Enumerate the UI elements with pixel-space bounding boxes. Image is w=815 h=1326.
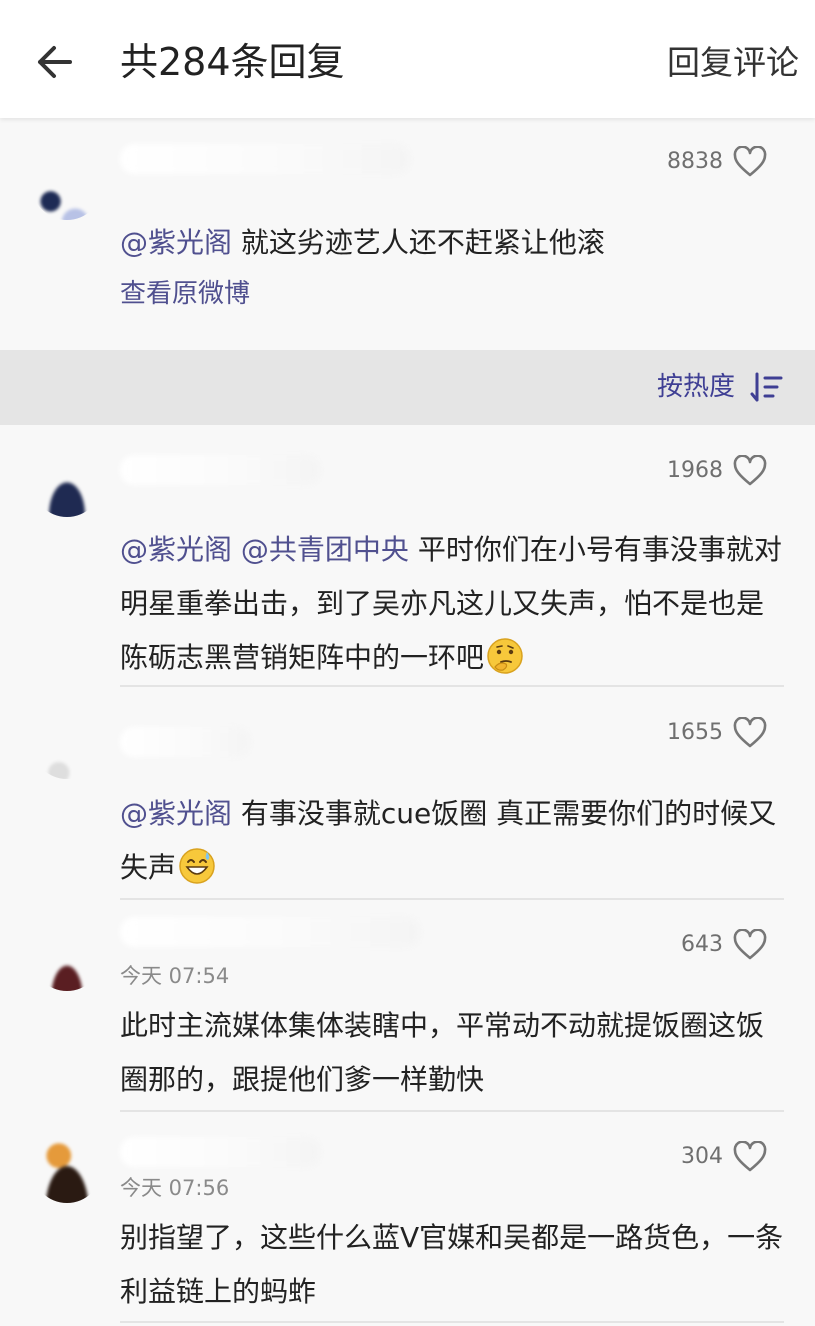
sort-icon[interactable] (749, 372, 785, 404)
root-comment: 8838 @紫光阁 就这劣迹艺人还不赶紧让他滚 查看原微博 (0, 118, 815, 350)
username-redacted (120, 727, 250, 757)
back-arrow-icon (38, 46, 72, 78)
grinning-sweat-face-icon (179, 848, 215, 884)
page-title: 共284条回复 (120, 40, 345, 84)
mention-link[interactable]: @紫光阁 (120, 533, 232, 566)
like-count: 8838 (667, 149, 723, 174)
avatar[interactable] (32, 1133, 102, 1203)
username-redacted (120, 1137, 320, 1167)
comment-text: 此时主流媒体集体装瞎中，平常动不动就提饭圈这饭圈那的，跟提他们爹一样勤快 (120, 1009, 765, 1096)
comment-text: @紫光阁 有事没事就cue饭圈 真正需要你们的时候又失声 (120, 787, 790, 895)
heart-icon[interactable] (733, 1141, 767, 1173)
heart-icon[interactable] (733, 455, 767, 487)
reply-comment-button[interactable]: 回复评论 (667, 40, 799, 86)
comment-text: @紫光阁 就这劣迹艺人还不赶紧让他滚 (120, 216, 790, 270)
like-count: 1968 (667, 458, 723, 483)
comment-text: 别指望了，这些什么蓝V官媒和吴都是一路货色，一条利益链上的蚂蚱 (120, 1221, 784, 1308)
reply-item: 643 今天 07:54 此时主流媒体集体装瞎中，平常动不动就提饭圈这饭圈那的，… (0, 899, 815, 1112)
mention-link[interactable]: @紫光阁 (120, 226, 232, 259)
timestamp: 今天 07:56 (120, 1176, 230, 1200)
sort-by-hot-button[interactable]: 按热度 (657, 368, 735, 406)
username-redacted (120, 144, 410, 174)
mention-link[interactable]: @共青团中央 (232, 533, 409, 566)
heart-icon[interactable] (733, 929, 767, 961)
mention-link[interactable]: @紫光阁 (120, 797, 232, 830)
divider (120, 1321, 784, 1323)
avatar[interactable] (32, 709, 102, 779)
username-redacted (120, 455, 320, 485)
like-count: 304 (681, 1144, 723, 1169)
like-count: 643 (681, 932, 723, 957)
top-bar: 共284条回复 回复评论 (0, 0, 815, 118)
back-button[interactable] (28, 38, 84, 86)
username-redacted (120, 917, 420, 947)
like-count: 1655 (667, 720, 723, 745)
heart-icon[interactable] (733, 146, 767, 178)
sort-bar: 按热度 (0, 350, 815, 425)
thinking-face-icon (487, 638, 523, 674)
avatar[interactable] (32, 921, 102, 991)
reply-item: 1655 @紫光阁 有事没事就cue饭圈 真正需要你们的时候又失声 (0, 687, 815, 900)
reply-item: 1968 @紫光阁 @共青团中央 平时你们在小号有事没事就对明星重拳出击，到了吴… (0, 425, 815, 687)
comment-text: @紫光阁 @共青团中央 平时你们在小号有事没事就对明星重拳出击，到了吴亦凡这儿又… (120, 523, 790, 685)
comment-body: 就这劣迹艺人还不赶紧让他滚 (232, 226, 605, 259)
reply-item: 304 今天 07:56 别指望了，这些什么蓝V官媒和吴都是一路货色，一条利益链… (0, 1111, 815, 1326)
heart-icon[interactable] (733, 717, 767, 749)
timestamp: 今天 07:54 (120, 964, 230, 988)
view-original-link[interactable]: 查看原微博 (120, 276, 250, 312)
avatar[interactable] (32, 150, 102, 220)
avatar[interactable] (32, 447, 102, 517)
